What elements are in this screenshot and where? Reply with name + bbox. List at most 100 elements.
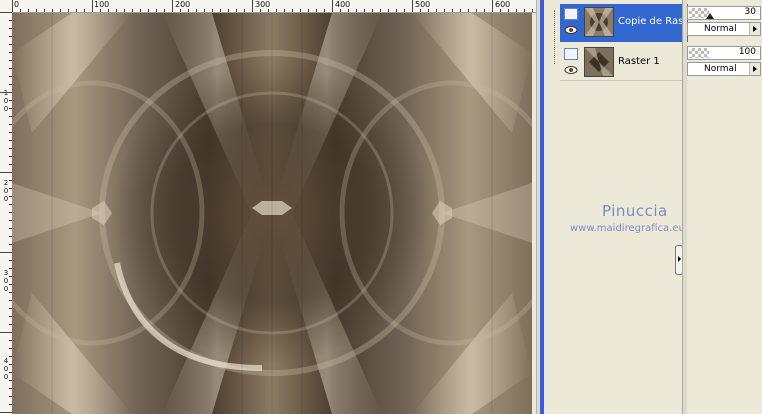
layer-row-copie-de-raster[interactable]: Copie de Ras [560, 4, 688, 42]
ruler-tick [0, 92, 12, 93]
ruler-tick [444, 9, 445, 12]
opacity-marker[interactable] [706, 13, 714, 19]
ruler-tick [524, 9, 525, 12]
blend-mode-label: Normal [704, 64, 737, 74]
ruler-tick [140, 9, 141, 12]
ruler-tick [428, 9, 429, 12]
ruler-tick [116, 9, 117, 12]
ruler-tick [196, 9, 197, 12]
ruler-tick [156, 9, 157, 12]
ruler-tick [0, 412, 12, 413]
layer-name: Copie de Ras [618, 16, 684, 27]
ruler-tick [244, 9, 245, 12]
ruler-tick [332, 0, 333, 12]
opacity-value: 100 [738, 47, 756, 57]
ruler-tick [380, 9, 381, 12]
ruler-tick [252, 0, 253, 12]
image-canvas[interactable] [12, 13, 532, 414]
layer-properties-2: 100 Normal [687, 46, 761, 78]
ruler-tick [36, 9, 37, 12]
ruler-tick [212, 9, 213, 12]
ruler-tick [100, 9, 101, 12]
eye-icon[interactable] [564, 64, 578, 76]
ruler-v-label: 0 [3, 195, 9, 203]
raster-layer-icon [564, 48, 578, 60]
ruler-tick [60, 9, 61, 12]
watermark-name: Pinuccia [602, 202, 668, 220]
ruler-tick [180, 9, 181, 12]
ruler-tick [220, 9, 221, 12]
layer-row-raster-1[interactable]: Raster 1 [560, 44, 688, 82]
artwork [12, 13, 532, 414]
ruler-tick [260, 9, 261, 12]
ruler-tick [68, 9, 69, 12]
ruler-tick [492, 0, 493, 12]
ruler-label-300: 300 [255, 0, 271, 9]
ruler-tick [0, 172, 12, 173]
ruler-tick [0, 332, 12, 333]
ruler-tick [172, 0, 173, 12]
ruler-tick [516, 9, 517, 12]
ruler-tick [468, 9, 469, 12]
blend-mode-select[interactable]: Normal [687, 62, 761, 76]
layer-name: Raster 1 [618, 56, 660, 67]
ruler-tick [404, 9, 405, 12]
ruler-tick [204, 9, 205, 12]
ruler-tick [436, 9, 437, 12]
ruler-tick [316, 9, 317, 12]
ruler-tick [308, 9, 309, 12]
ruler-tick [124, 9, 125, 12]
opacity-slider[interactable]: 100 [687, 46, 761, 60]
ruler-tick [452, 9, 453, 12]
ruler-tick [476, 9, 477, 12]
ruler-tick [148, 9, 149, 12]
opacity-slider[interactable]: 30 [687, 6, 761, 20]
ruler-v-label: 2 [3, 179, 9, 187]
ruler-tick [52, 9, 53, 12]
ruler-tick [20, 9, 21, 12]
ruler-tick [300, 9, 301, 12]
ruler-tick [364, 9, 365, 12]
ruler-tick [420, 9, 421, 12]
ruler-tick [0, 252, 12, 253]
ruler-tick [188, 9, 189, 12]
ruler-tick [508, 9, 509, 12]
layer-thumbnail [584, 7, 614, 37]
divider [560, 80, 688, 81]
ruler-tick [236, 9, 237, 12]
blend-mode-label: Normal [704, 24, 737, 34]
blend-mode-select[interactable]: Normal [687, 22, 761, 36]
ruler-tick [388, 9, 389, 12]
ruler-tick [132, 9, 133, 12]
ruler-tick [164, 9, 165, 12]
layer-properties-1: 30 Normal [687, 6, 761, 38]
ruler-tick [0, 12, 12, 13]
dropdown-arrow-icon[interactable] [749, 23, 760, 35]
ruler-tick [92, 0, 93, 12]
eye-icon[interactable] [564, 24, 578, 36]
ruler-tick [28, 9, 29, 12]
ruler-tick [412, 0, 413, 12]
ruler-tick [460, 9, 461, 12]
ruler-label-100: 100 [94, 0, 110, 9]
layers-palette: Copie de Ras Raster 1 Pinuccia www.maidi… [544, 0, 762, 414]
ruler-label-400: 400 [335, 0, 351, 9]
ruler-tick [44, 9, 45, 12]
ruler-tick [324, 9, 325, 12]
ruler-tick [268, 9, 269, 12]
ruler-label-0: 0 [14, 0, 20, 9]
watermark-url: www.maidiregrafica.eu [570, 223, 685, 234]
ruler-tick [228, 9, 229, 12]
ruler-tick [348, 9, 349, 12]
ruler-label-600: 600 [495, 0, 511, 9]
raster-layer-icon [564, 8, 578, 20]
ruler-tick [292, 9, 293, 12]
dropdown-arrow-icon[interactable] [749, 63, 760, 75]
ruler-tick [372, 9, 373, 12]
opacity-value: 30 [744, 7, 756, 17]
ruler-tick [484, 9, 485, 12]
ruler-horizontal: 0 100 200 300 400 500 600 [0, 0, 536, 13]
ruler-tick [532, 9, 533, 12]
layer-group-line [554, 10, 556, 64]
ruler-v-label: 0 [3, 187, 9, 195]
